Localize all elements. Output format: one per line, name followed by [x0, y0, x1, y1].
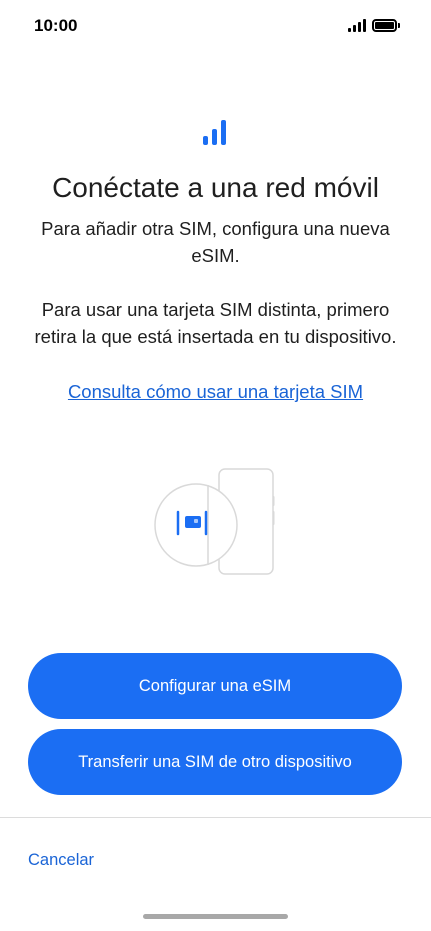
battery-icon [372, 18, 400, 32]
sim-instructions-text: Para usar una tarjeta SIM distinta, prim… [34, 299, 397, 347]
footer-divider [0, 817, 431, 818]
configure-esim-button[interactable]: Configurar una eSIM [28, 653, 402, 719]
status-icons [348, 18, 400, 32]
cellular-signal-icon [348, 18, 366, 32]
status-bar: 10:00 [0, 0, 431, 54]
signal-bars-icon [203, 119, 229, 145]
page-subtitle: Para añadir otra SIM, configura una nuev… [41, 218, 390, 266]
page-title: Conéctate a una red móvil [52, 172, 379, 203]
cancel-button[interactable]: Cancelar [28, 851, 94, 870]
status-time: 10:00 [34, 16, 78, 35]
home-indicator[interactable] [143, 914, 288, 919]
phone-sim-slot-illustration [150, 466, 280, 578]
sim-help-link[interactable]: Consulta cómo usar una tarjeta SIM [0, 378, 431, 405]
transfer-sim-button[interactable]: Transferir una SIM de otro dispositivo [28, 729, 402, 795]
